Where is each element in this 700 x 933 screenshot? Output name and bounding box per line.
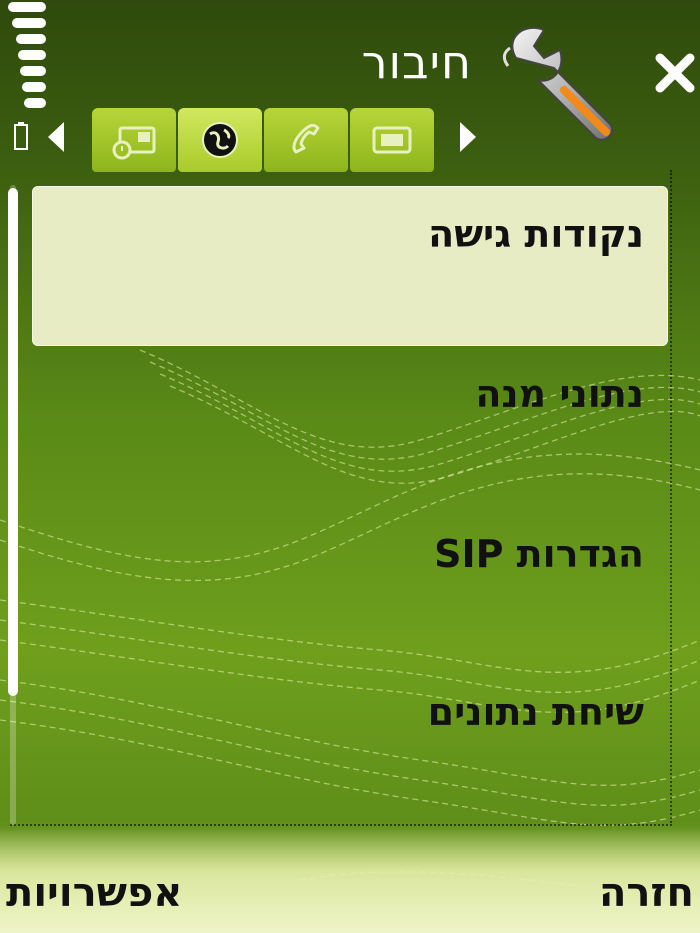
tab-right-arrow-icon[interactable] [456, 120, 480, 154]
list-item-sip-settings[interactable]: הגדרות SIP [32, 506, 668, 666]
list-item-label: הגדרות SIP [434, 532, 644, 576]
globe-icon [202, 122, 238, 158]
tab-phone[interactable] [264, 108, 348, 172]
list-item-label: נתוני מנה [475, 372, 644, 416]
list-item-packet-data[interactable]: נתוני מנה [32, 346, 668, 506]
page-title: חיבור [361, 35, 472, 89]
scrollbar-thumb[interactable] [8, 188, 18, 696]
wrench-icon [502, 27, 613, 141]
signal-strength-icon [4, 2, 46, 112]
battery-icon [14, 122, 28, 150]
tab-connectivity[interactable] [178, 108, 262, 172]
device-icon [112, 126, 156, 160]
tab-bar [92, 108, 434, 172]
list-item-data-call[interactable]: שיחת נתונים [32, 664, 668, 824]
tab-display[interactable] [350, 108, 434, 172]
options-softkey[interactable]: אפשרויות [6, 870, 182, 916]
phone-icon [292, 123, 320, 154]
tab-device[interactable] [92, 108, 176, 172]
tab-left-arrow-icon[interactable] [44, 120, 68, 154]
close-icon[interactable] [652, 50, 698, 96]
list-item-label: שיחת נתונים [427, 690, 644, 734]
screen-icon [372, 126, 412, 154]
back-softkey[interactable]: חזרה [599, 870, 694, 916]
list-item-access-points[interactable]: נקודות גישה [32, 186, 668, 346]
phone-screen: חיבור נקודות גישה נתוני מנה הגדרות SIP ש… [0, 0, 700, 933]
list-item-label: נקודות גישה [428, 212, 644, 256]
